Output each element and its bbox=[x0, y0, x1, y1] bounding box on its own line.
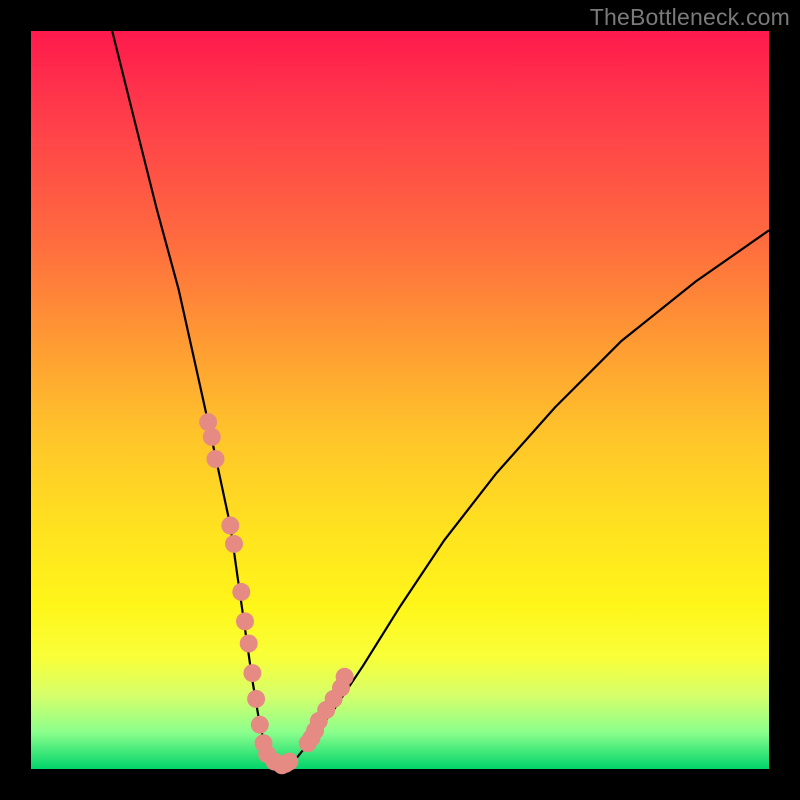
data-marker bbox=[203, 428, 221, 446]
data-marker bbox=[232, 583, 250, 601]
data-marker bbox=[247, 690, 265, 708]
data-marker bbox=[207, 450, 225, 468]
data-marker bbox=[280, 753, 298, 771]
data-markers bbox=[199, 413, 354, 774]
data-marker bbox=[236, 612, 254, 630]
chart-svg bbox=[31, 31, 769, 769]
data-marker bbox=[225, 535, 243, 553]
data-marker bbox=[251, 716, 269, 734]
chart-frame: TheBottleneck.com bbox=[0, 0, 800, 800]
plot-area bbox=[31, 31, 769, 769]
data-marker bbox=[221, 517, 239, 535]
data-marker bbox=[240, 635, 258, 653]
bottleneck-curve bbox=[112, 31, 769, 765]
watermark-text: TheBottleneck.com bbox=[590, 4, 790, 31]
data-marker bbox=[243, 664, 261, 682]
data-marker bbox=[336, 668, 354, 686]
